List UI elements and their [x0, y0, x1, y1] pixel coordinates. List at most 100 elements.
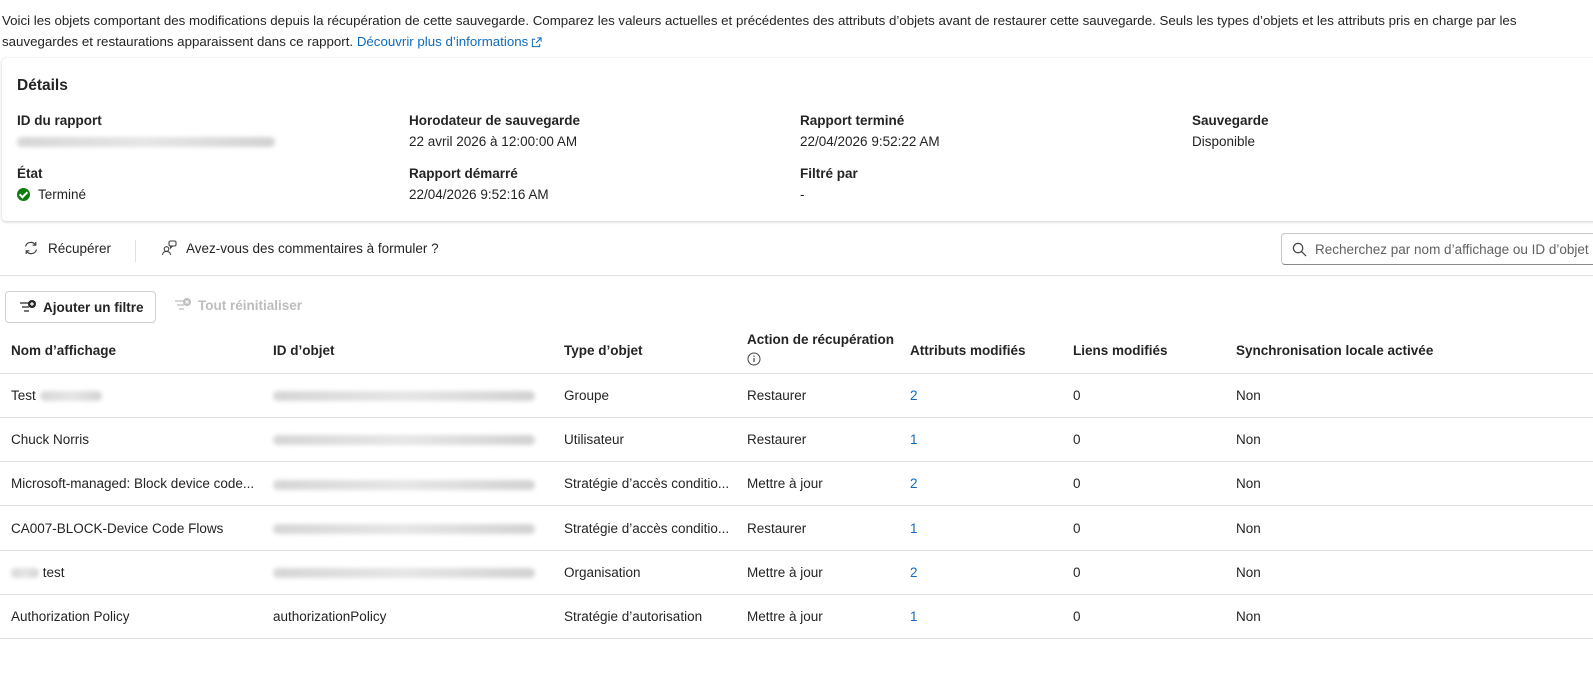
external-link-icon[interactable] [531, 33, 542, 54]
cell-modified-attributes-link[interactable]: 1 [899, 505, 1062, 551]
table-row[interactable]: test Organisation Mettre à jour 2 0 Non [0, 550, 1593, 595]
cell-object-type: Groupe [553, 373, 736, 418]
cell-object-type: Stratégie d’accès conditio... [553, 461, 736, 507]
search-input[interactable] [1315, 241, 1593, 257]
cell-object-id: authorizationPolicy [262, 594, 553, 640]
cell-display-name: Authorization Policy [0, 594, 262, 640]
add-filter-button[interactable]: Ajouter un filtre [5, 291, 156, 323]
backup-value: Disponible [1192, 134, 1256, 149]
search-box[interactable] [1281, 233, 1593, 265]
cell-modified-links: 0 [1062, 461, 1225, 507]
people-feedback-icon [161, 240, 177, 256]
cell-modified-links: 0 [1062, 594, 1225, 640]
cell-local-sync: Non [1225, 505, 1593, 551]
cell-modified-links: 0 [1062, 550, 1225, 595]
intro-description: Voici les objets comportant des modifica… [2, 13, 1517, 49]
details-title: Détails [17, 77, 68, 94]
feedback-label: Avez-vous des commentaires à formuler ? [186, 240, 439, 256]
cell-local-sync: Non [1225, 373, 1593, 418]
cell-modified-links: 0 [1062, 417, 1225, 463]
report-started-field: Rapport démarré 22/04/2026 9:52:16 AM [409, 166, 549, 202]
info-icon[interactable] [747, 352, 761, 371]
header-modified-attributes[interactable]: Attributs modifiés [899, 328, 1062, 374]
cell-object-type: Stratégie d’autorisation [553, 594, 736, 640]
intro-text: Voici les objets comportant des modifica… [2, 10, 1572, 54]
cell-object-type: Organisation [553, 550, 736, 595]
table-header-row: Nom d’affichage ID d’objet Type d’objet … [0, 328, 1593, 374]
cell-recovery-action: Mettre à jour [736, 594, 899, 640]
add-filter-label: Ajouter un filtre [43, 299, 144, 315]
backup-label: Sauvegarde [1192, 113, 1269, 128]
cell-modified-attributes-link[interactable]: 2 [899, 461, 1062, 507]
cell-modified-attributes-link[interactable]: 2 [899, 373, 1062, 418]
cell-display-name: Test [0, 373, 262, 418]
cell-recovery-action: Mettre à jour [736, 461, 899, 507]
cell-modified-attributes-link[interactable]: 2 [899, 550, 1062, 595]
cell-object-id [262, 417, 553, 463]
cell-display-name: Microsoft-managed: Block device code... [0, 461, 262, 507]
state-value: Terminé [38, 187, 87, 202]
state-field: État Terminé [17, 166, 86, 202]
table-row[interactable]: CA007-BLOCK-Device Code Flows Stratégie … [0, 505, 1593, 551]
details-card: Détails ID du rapport Horodateur de sauv… [2, 58, 1593, 221]
learn-more-link[interactable]: Découvrir plus d’informations [357, 34, 528, 49]
header-display-name[interactable]: Nom d’affichage [0, 328, 262, 374]
cell-modified-attributes-link[interactable]: 1 [899, 594, 1062, 640]
reset-all-button[interactable]: Tout réinitialiser [174, 297, 302, 313]
state-value-wrap: Terminé [17, 187, 86, 202]
search-icon [1292, 242, 1307, 256]
table-row[interactable]: Chuck Norris Utilisateur Restaurer 1 0 N… [0, 417, 1593, 463]
filter-reset-icon [175, 298, 191, 310]
state-label: État [17, 166, 43, 181]
report-finished-value: 22/04/2026 9:52:22 AM [800, 134, 940, 149]
cell-modified-links: 0 [1062, 373, 1225, 418]
header-recovery-action[interactable]: Action de récupération [736, 328, 899, 374]
cell-local-sync: Non [1225, 417, 1593, 463]
table-row[interactable]: Test Groupe Restaurer 2 0 Non [0, 373, 1593, 418]
backup-timestamp-label: Horodateur de sauvegarde [409, 113, 581, 128]
cell-local-sync: Non [1225, 461, 1593, 507]
cell-recovery-action: Restaurer [736, 505, 899, 551]
cell-display-name: test [0, 550, 262, 595]
table-row[interactable]: Microsoft-managed: Block device code... … [0, 461, 1593, 507]
feedback-button[interactable]: Avez-vous des commentaires à formuler ? [161, 240, 439, 256]
report-finished-field: Rapport terminé 22/04/2026 9:52:22 AM [800, 113, 940, 149]
header-recovery-action-label: Action de récupération [747, 332, 895, 348]
toolbar-divider [135, 240, 136, 262]
cell-display-name: Chuck Norris [0, 417, 262, 463]
cell-display-name: CA007-BLOCK-Device Code Flows [0, 505, 262, 551]
cell-modified-attributes-link[interactable]: 1 [899, 417, 1062, 463]
report-started-label: Rapport démarré [409, 166, 518, 181]
header-modified-links[interactable]: Liens modifiés [1062, 328, 1225, 374]
header-local-sync[interactable]: Synchronisation locale activée [1225, 328, 1593, 374]
cell-object-id [262, 461, 553, 507]
check-circle-icon [17, 188, 30, 201]
reset-all-label: Tout réinitialiser [198, 297, 303, 313]
refresh-icon [24, 241, 38, 255]
backup-timestamp-field: Horodateur de sauvegarde 22 avril 2026 à… [409, 113, 580, 149]
cell-recovery-action: Restaurer [736, 373, 899, 418]
report-id-field: ID du rapport [17, 113, 275, 149]
recover-button[interactable]: Récupérer [23, 240, 111, 256]
cell-local-sync: Non [1225, 550, 1593, 595]
cell-local-sync: Non [1225, 594, 1593, 640]
header-object-type[interactable]: Type d’objet [553, 328, 736, 374]
filtered-by-value: - [800, 187, 805, 202]
display-name-text: Test [11, 387, 36, 403]
backup-field: Sauvegarde Disponible [1192, 113, 1269, 149]
header-object-id[interactable]: ID d’objet [262, 328, 553, 374]
recover-label: Récupérer [48, 240, 112, 256]
backup-timestamp-value: 22 avril 2026 à 12:00:00 AM [409, 134, 578, 149]
cell-modified-links: 0 [1062, 505, 1225, 551]
cell-object-type: Utilisateur [553, 417, 736, 463]
table-row[interactable]: Authorization Policy authorizationPolicy… [0, 594, 1593, 640]
cell-object-id [262, 373, 553, 418]
cell-object-id [262, 505, 553, 551]
report-finished-label: Rapport terminé [800, 113, 905, 128]
display-name-text: test [42, 564, 65, 580]
cell-object-id [262, 550, 553, 595]
filtered-by-label: Filtré par [800, 166, 858, 181]
toolbar: Récupérer Avez-vous des commentaires à f… [0, 228, 1593, 276]
report-started-value: 22/04/2026 9:52:16 AM [409, 187, 549, 202]
filtered-by-field: Filtré par - [800, 166, 858, 202]
